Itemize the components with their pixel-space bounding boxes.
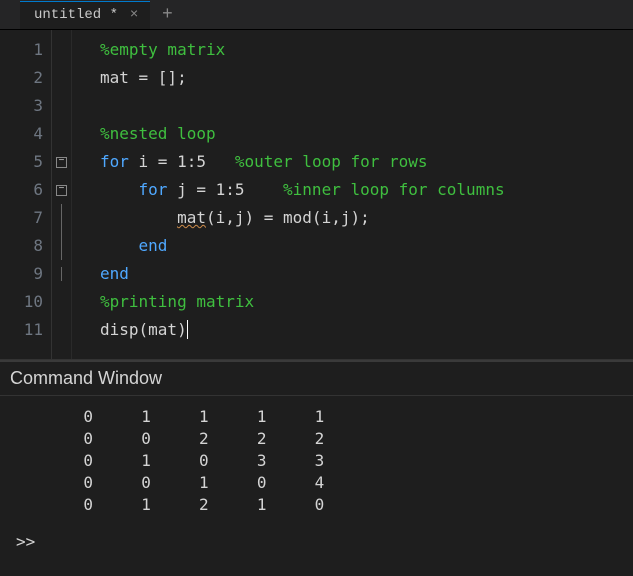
code-line[interactable]: end	[100, 232, 505, 260]
line-number: 10	[0, 288, 51, 316]
line-number: 6	[0, 176, 51, 204]
line-number: 3	[0, 92, 51, 120]
line-number: 9	[0, 260, 51, 288]
tab-bar: untitled * × +	[0, 0, 633, 30]
fold-column: −−	[52, 30, 72, 359]
line-number: 7	[0, 204, 51, 232]
code-line[interactable]: %printing matrix	[100, 288, 505, 316]
command-prompt[interactable]: >>	[0, 524, 633, 559]
command-window-title: Command Window	[0, 362, 633, 396]
text-cursor	[187, 320, 188, 339]
line-number: 4	[0, 120, 51, 148]
command-window-output: 0 1 1 1 1 0 0 2 2 2 0 1 0 3 3 0 0 1 0 4 …	[0, 396, 633, 524]
fold-toggle-icon[interactable]: −	[56, 157, 67, 168]
code-line[interactable]: %nested loop	[100, 120, 505, 148]
code-line[interactable]: mat = [];	[100, 64, 505, 92]
line-number: 11	[0, 316, 51, 344]
line-number: 2	[0, 64, 51, 92]
fold-toggle-icon[interactable]: −	[56, 185, 67, 196]
code-line[interactable]: mat(i,j) = mod(i,j);	[100, 204, 505, 232]
editor-tab[interactable]: untitled * ×	[20, 1, 150, 29]
code-line[interactable]: for j = 1:5 %inner loop for columns	[100, 176, 505, 204]
code-line[interactable]: for i = 1:5 %outer loop for rows	[100, 148, 505, 176]
fold-guide	[61, 232, 62, 260]
line-number: 1	[0, 36, 51, 64]
code-line[interactable]	[100, 92, 505, 120]
code-area[interactable]: %empty matrixmat = []; %nested loopfor i…	[72, 30, 505, 359]
code-line[interactable]: %empty matrix	[100, 36, 505, 64]
fold-guide	[61, 204, 62, 232]
line-number: 8	[0, 232, 51, 260]
tab-title: untitled *	[34, 7, 118, 23]
close-icon[interactable]: ×	[126, 7, 142, 23]
code-editor[interactable]: 1234567891011 −− %empty matrixmat = []; …	[0, 30, 633, 360]
code-line[interactable]: disp(mat)	[100, 316, 505, 344]
line-number: 5	[0, 148, 51, 176]
command-window: Command Window 0 1 1 1 1 0 0 2 2 2 0 1 0…	[0, 360, 633, 559]
line-number-gutter: 1234567891011	[0, 30, 52, 359]
code-line[interactable]: end	[100, 260, 505, 288]
add-tab-button[interactable]: +	[150, 5, 185, 25]
fold-guide	[61, 267, 62, 281]
